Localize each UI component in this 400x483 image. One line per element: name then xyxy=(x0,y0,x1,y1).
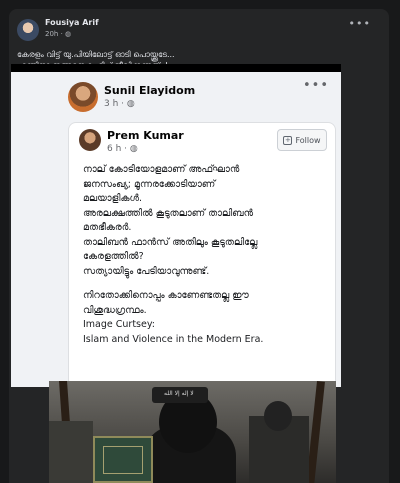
headband-text: لا إله إلا الله xyxy=(164,390,194,397)
shared-timestamp: 6 h · ◍ xyxy=(107,144,138,154)
shared-post-card: Prem Kumar 6 h · ◍ + Follow നാല് കോടിയോള… xyxy=(68,122,336,387)
shared-post-text: നാല് കോടിയോളമാണ് അഫ്ഘാൻ ജനസംഖ്യ; മൂന്നരക… xyxy=(83,163,333,347)
text-line: കേരളത്തിൽ? xyxy=(83,251,144,262)
figure-head xyxy=(264,401,292,431)
avatar[interactable] xyxy=(17,19,39,41)
text-line: വിശുദ്ധഗ്രന്ഥം. xyxy=(83,304,147,316)
text-line: നിറതോക്കിനൊപ്പം കാണേണ്ടതല്ല ഈ xyxy=(83,290,249,301)
text-line: ജനസംഖ്യ; മൂന്നരക്കോടിയാണ് xyxy=(83,178,216,190)
book-graphic xyxy=(93,436,153,483)
follow-button: + Follow xyxy=(277,129,327,151)
text-line: സത്യായിട്ടും പേടിയാവുന്നുണ്ട്. xyxy=(83,265,210,277)
text-line: മലയാളികൾ. xyxy=(83,193,143,204)
more-options-icon: ••• xyxy=(302,78,329,93)
add-page-icon: + xyxy=(283,135,293,145)
text-line: അരലക്ഷത്തിൽ കൂടുതലാണ് താലിബൻ xyxy=(83,207,254,219)
post-text-line: കേരളം വിട്ട് യു.പിയിലോട്ട് ഓടി പൊയ്ക്കൂട… xyxy=(17,50,175,59)
figure-graphic xyxy=(49,421,93,483)
post-photo[interactable]: لا إله إلا الله xyxy=(49,381,336,483)
text-line: Islam and Violence in the Modern Era. xyxy=(83,333,264,345)
avatar xyxy=(68,82,98,112)
more-options-icon[interactable]: ••• xyxy=(349,17,371,30)
image-top-border xyxy=(11,64,341,72)
globe-icon: ◍ xyxy=(126,99,135,109)
screenshot-author-name: Sunil Elayidom xyxy=(104,84,196,97)
follow-label: Follow xyxy=(295,135,321,145)
text-line: താലിബൻ ഫാൻസ് അതിലും കൂടുതലില്ലേ xyxy=(83,236,258,248)
avatar xyxy=(79,129,101,151)
post-timestamp[interactable]: 20h · ◍ xyxy=(45,30,71,38)
text-line: Image Curtsey: xyxy=(83,319,155,330)
text-line: നാല് കോടിയോളമാണ് അഫ്ഘാൻ xyxy=(83,164,240,175)
shared-author-name: Prem Kumar xyxy=(107,129,184,142)
text-line: മതഭീകരർ. xyxy=(83,222,132,233)
shared-screenshot[interactable]: Sunil Elayidom 3 h · ◍ ••• Prem Kumar 6 … xyxy=(11,72,341,387)
post-author-name[interactable]: Fousiya Arif xyxy=(45,18,99,27)
screenshot-timestamp: 3 h · ◍ xyxy=(104,99,135,109)
globe-icon: ◍ xyxy=(129,144,138,154)
screenshot-header: Sunil Elayidom 3 h · ◍ ••• xyxy=(11,72,341,114)
post-header: Fousiya Arif 20h · ◍ ••• xyxy=(17,15,377,47)
globe-icon: ◍ xyxy=(65,30,72,38)
